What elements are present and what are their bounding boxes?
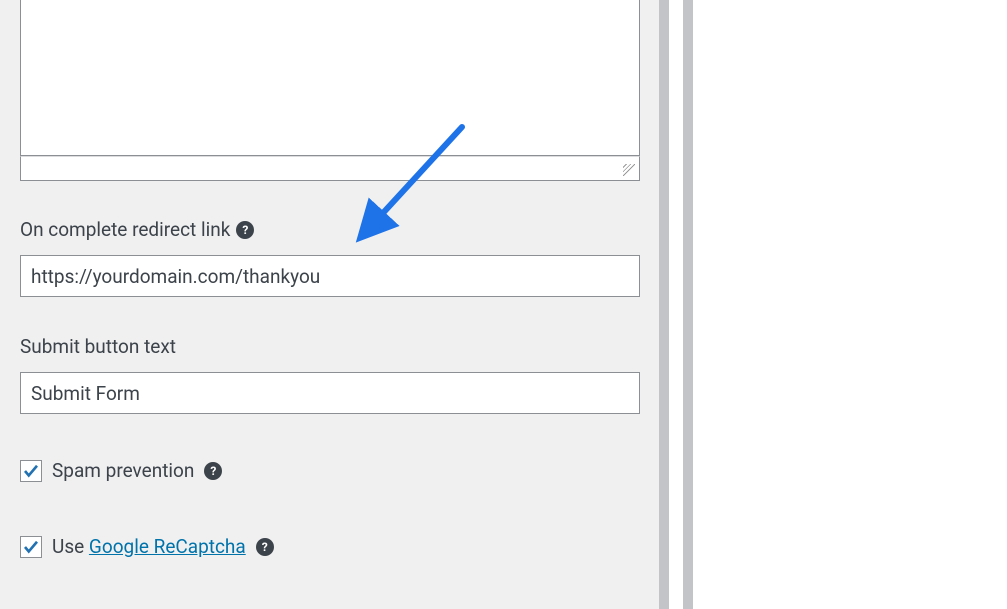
textarea-wrap: [20, 0, 640, 181]
button-text-label: Submit button text: [20, 335, 640, 358]
resize-handle-icon[interactable]: [623, 164, 635, 176]
redirect-input[interactable]: [20, 255, 640, 297]
help-icon[interactable]: ?: [256, 538, 274, 556]
recaptcha-label-prefix: Use: [52, 535, 89, 558]
spam-prevention-checkbox[interactable]: [20, 460, 42, 482]
check-icon: [22, 462, 40, 480]
panel-gap: [669, 0, 683, 609]
recaptcha-checkbox[interactable]: [20, 536, 42, 558]
spam-prevention-group: Spam prevention ?: [20, 459, 640, 482]
spam-prevention-label: Spam prevention: [52, 459, 194, 482]
button-text-field-group: Submit button text: [20, 335, 640, 414]
message-textarea[interactable]: [20, 0, 640, 156]
recaptcha-label: Use Google ReCaptcha: [52, 535, 246, 558]
help-icon[interactable]: ?: [204, 462, 222, 480]
button-text-input[interactable]: [20, 372, 640, 414]
recaptcha-link[interactable]: Google ReCaptcha: [89, 535, 246, 558]
recaptcha-group: Use Google ReCaptcha ?: [20, 535, 640, 558]
redirect-label-text: On complete redirect link: [20, 218, 230, 241]
recaptcha-row: Use Google ReCaptcha ?: [20, 535, 640, 558]
redirect-label: On complete redirect link ?: [20, 218, 640, 241]
panel-border-2: [683, 0, 693, 609]
panel-border-1: [659, 0, 669, 609]
help-icon[interactable]: ?: [236, 221, 254, 239]
spam-prevention-row: Spam prevention ?: [20, 459, 640, 482]
check-icon: [22, 538, 40, 556]
textarea-footer: [20, 156, 640, 181]
button-text-label-text: Submit button text: [20, 335, 176, 358]
redirect-field-group: On complete redirect link ?: [20, 218, 640, 297]
settings-panel: On complete redirect link ? Submit butto…: [0, 0, 662, 609]
